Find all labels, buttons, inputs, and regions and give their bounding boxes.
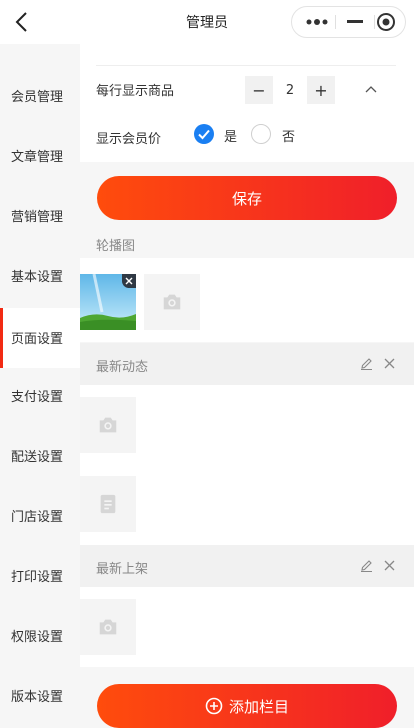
news-article-slot[interactable] (80, 476, 136, 532)
sidebar-item-delivery[interactable]: 配送设置 (0, 404, 80, 465)
plus-circle-icon (205, 697, 223, 715)
camera-icon (163, 294, 181, 310)
close-icon[interactable] (383, 559, 396, 572)
sidebar-item-member[interactable]: 会员管理 (0, 44, 80, 105)
sidebar-item-basic[interactable]: 基本设置 (0, 224, 80, 285)
radio-no-label[interactable]: 否 (282, 126, 295, 145)
member-price-setting: 显示会员价 是 否 (96, 44, 398, 147)
carousel-images (80, 258, 414, 342)
sidebar-item-version[interactable]: 版本设置 (0, 644, 80, 705)
sidebar-item-label: 版本设置 (11, 690, 64, 705)
sidebar-item-print[interactable]: 打印设置 (0, 524, 80, 585)
close-icon[interactable] (122, 274, 136, 288)
sidebar-item-marketing[interactable]: 营销管理 (0, 164, 80, 225)
carousel-section-title: 轮播图 (96, 239, 136, 254)
product-image-slot[interactable] (80, 599, 136, 655)
edit-icon[interactable] (360, 357, 373, 370)
sidebar-item-article[interactable]: 文章管理 (0, 104, 80, 165)
add-column-button[interactable]: 添加栏目 (97, 684, 397, 728)
latest-news-content (80, 385, 414, 545)
camera-icon (99, 619, 117, 635)
sidebar-item-store[interactable]: 门店设置 (0, 464, 80, 525)
camera-icon (99, 417, 117, 433)
edit-icon[interactable] (360, 559, 373, 572)
new-arrivals-title: 最新上架 (96, 562, 149, 577)
display-settings-card: 每行显示商品 − 2 + 显示会员价 是 否 (80, 44, 414, 162)
new-arrivals-bar: 最新上架 (80, 545, 414, 587)
member-price-label: 显示会员价 (96, 132, 162, 147)
check-icon (198, 129, 210, 140)
close-icon[interactable] (383, 357, 396, 370)
sidebar-item-permission[interactable]: 权限设置 (0, 584, 80, 645)
radio-no[interactable] (251, 124, 271, 144)
target-circle-icon[interactable] (367, 7, 405, 37)
mini-program-capsule (291, 6, 406, 38)
page-settings-panel: 每行显示商品 − 2 + 显示会员价 是 否 保存 轮播图 最新动态 最新上架 … (80, 44, 414, 728)
latest-news-title: 最新动态 (96, 360, 149, 375)
radio-yes-label[interactable]: 是 (224, 126, 237, 145)
top-nav-bar: 管理员 (0, 0, 414, 44)
news-image-slot[interactable] (80, 397, 136, 453)
save-button[interactable]: 保存 (97, 176, 397, 220)
radio-yes[interactable] (194, 124, 214, 144)
new-arrivals-content (80, 587, 414, 667)
add-column-label: 添加栏目 (228, 697, 289, 716)
add-image-slot[interactable] (144, 274, 200, 330)
document-icon (100, 494, 116, 514)
sidebar: 会员管理 文章管理 营销管理 基本设置 页面设置 支付设置 配送设置 门店设置 … (0, 44, 80, 728)
latest-news-bar: 最新动态 (80, 343, 414, 385)
sidebar-item-payment[interactable]: 支付设置 (0, 344, 80, 405)
sidebar-item-label: 基本设置 (11, 270, 64, 285)
carousel-image[interactable] (80, 274, 136, 330)
more-dots-icon[interactable] (298, 7, 336, 37)
